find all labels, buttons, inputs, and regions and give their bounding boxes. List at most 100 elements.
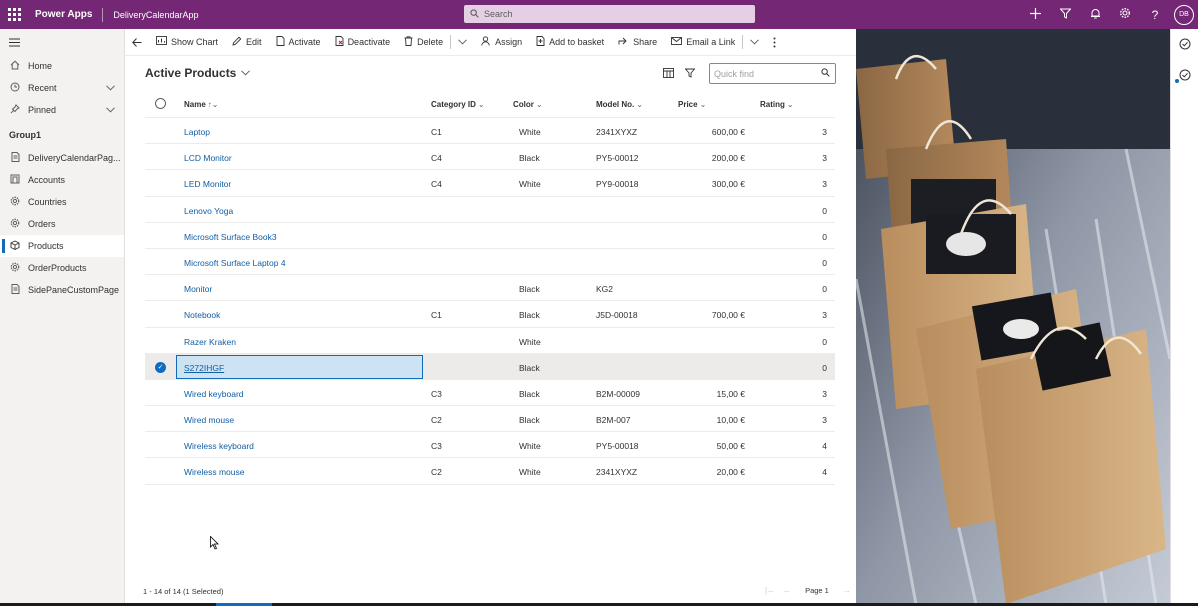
gear-icon: [9, 262, 21, 274]
rating-cell: 0: [822, 231, 827, 242]
sidebar-item-orders[interactable]: Orders: [0, 213, 124, 235]
gear-icon: [9, 218, 21, 230]
column-header-price[interactable]: Price ⌄: [678, 100, 706, 109]
brand-name[interactable]: Power Apps: [35, 9, 92, 20]
show-chart-label: Show Chart: [171, 37, 219, 47]
product-name-link[interactable]: Microsoft Surface Laptop 4: [184, 258, 286, 268]
sidebar-item-orderproducts[interactable]: OrderProducts: [0, 257, 124, 279]
edit-columns-icon[interactable]: [663, 68, 674, 81]
next-page-icon[interactable]: →: [843, 586, 851, 595]
nav-home[interactable]: Home: [0, 55, 124, 77]
view-selector[interactable]: Active Products: [145, 66, 251, 80]
more-commands-icon[interactable]: [766, 29, 783, 56]
table-row[interactable]: Microsoft Surface Book3 0: [145, 223, 835, 249]
filter-icon[interactable]: [684, 68, 696, 81]
color-cell: Black: [519, 284, 540, 295]
table-row[interactable]: LED Monitor C4 White PY9-00018 300,00 € …: [145, 170, 835, 197]
quick-find-input[interactable]: Quick find: [709, 63, 836, 84]
product-name-link[interactable]: Wired mouse: [184, 415, 234, 425]
top-bar: Power Apps DeliveryCalendarApp Search ? …: [0, 0, 1198, 29]
avatar[interactable]: DB: [1174, 4, 1194, 25]
plus-icon[interactable]: [1020, 7, 1050, 22]
sidebar-item-deliverycalendarpage[interactable]: DeliveryCalendarPag...: [0, 147, 124, 169]
table-row[interactable]: Laptop C1 White 2341XYXZ 600,00 € 3: [145, 118, 835, 145]
selected-name-cell[interactable]: S272IHGF: [176, 354, 423, 379]
product-name-link[interactable]: Notebook: [184, 310, 220, 320]
chevron-down-icon[interactable]: [106, 83, 115, 93]
app-name[interactable]: DeliveryCalendarApp: [113, 10, 198, 20]
sidebar-item-products[interactable]: Products: [0, 235, 124, 257]
deactivate-button[interactable]: Deactivate: [328, 29, 398, 56]
check-circle-icon[interactable]: [1177, 38, 1192, 53]
product-name-link[interactable]: Lenovo Yoga: [184, 206, 233, 216]
show-chart-button[interactable]: Show Chart: [149, 29, 225, 56]
more-email-options-button[interactable]: [743, 29, 766, 56]
hamburger-menu-icon[interactable]: [0, 29, 124, 55]
check-circle-icon[interactable]: [1177, 69, 1192, 84]
product-name-link[interactable]: Laptop: [184, 127, 210, 137]
bell-icon[interactable]: [1080, 8, 1110, 22]
product-name-link[interactable]: Razer Kraken: [184, 337, 236, 347]
activate-doc-icon: [276, 35, 285, 49]
column-header-rating[interactable]: Rating ⌄: [760, 100, 794, 109]
table-row[interactable]: Monitor Black KG2 0: [145, 275, 835, 302]
share-button[interactable]: Share: [611, 29, 664, 56]
table-row[interactable]: Microsoft Surface Laptop 4 0: [145, 249, 835, 276]
table-row[interactable]: Notebook C1 Black J5D-00018 700,00 € 3: [145, 301, 835, 328]
search-icon: [470, 8, 479, 20]
sidebar-item-countries[interactable]: Countries: [0, 191, 124, 213]
product-name-link[interactable]: LED Monitor: [184, 179, 231, 189]
chevron-down-icon[interactable]: [106, 105, 115, 115]
table-row[interactable]: Wireless keyboard C3 White PY5-00018 50,…: [145, 432, 835, 459]
sidebar-item-sidepanecustompage[interactable]: SidePaneCustomPage: [0, 279, 124, 301]
activate-button[interactable]: Activate: [269, 29, 328, 56]
table-row[interactable]: Wired mouse C2 Black B2M-007 10,00 € 3: [145, 406, 835, 433]
assign-button[interactable]: Assign: [474, 29, 529, 56]
gear-icon[interactable]: [1110, 7, 1140, 22]
record-count: 1 - 14 of 14 (1 Selected): [143, 587, 224, 596]
nav-pinned[interactable]: Pinned: [0, 99, 124, 121]
first-page-icon[interactable]: |←: [765, 586, 775, 595]
column-header-model[interactable]: Model No. ⌄: [596, 100, 643, 109]
row-selected-checkmark-icon[interactable]: ✓: [155, 361, 166, 373]
add-to-basket-button[interactable]: Add to basket: [529, 29, 611, 56]
model-cell: B2M-007: [596, 415, 631, 426]
delete-button[interactable]: Delete: [397, 29, 450, 56]
product-name-link[interactable]: LCD Monitor: [184, 153, 232, 163]
nav-recent[interactable]: Recent: [0, 77, 124, 99]
page-icon: [9, 152, 21, 164]
table-row[interactable]: Razer Kraken White 0: [145, 328, 835, 354]
previous-page-icon[interactable]: ←: [783, 586, 791, 595]
email-link-button[interactable]: Email a Link: [664, 29, 742, 56]
product-name-link[interactable]: Microsoft Surface Book3: [184, 232, 277, 242]
color-cell: Black: [519, 388, 540, 399]
product-name-link[interactable]: S272IHGF: [184, 363, 224, 373]
column-header-color[interactable]: Color ⌄: [513, 100, 543, 109]
filter-icon[interactable]: [1050, 8, 1080, 22]
product-name-link[interactable]: Monitor: [184, 284, 212, 294]
help-icon[interactable]: ?: [1140, 8, 1170, 22]
price-cell: 20,00 €: [716, 467, 745, 478]
more-delete-options-button[interactable]: [451, 29, 474, 56]
table-row[interactable]: Lenovo Yoga 0: [145, 197, 835, 223]
pencil-icon: [232, 36, 242, 49]
edit-button[interactable]: Edit: [225, 29, 269, 56]
select-all-checkbox[interactable]: [155, 98, 166, 109]
price-cell: 50,00 €: [716, 441, 745, 452]
column-header-name[interactable]: Name ↑⌄: [184, 100, 219, 109]
column-header-category[interactable]: Category ID ⌄: [431, 100, 485, 109]
table-row-selected[interactable]: ✓ S272IHGF Black 0: [145, 353, 835, 380]
search-icon[interactable]: [821, 67, 830, 80]
global-search-input[interactable]: Search: [464, 5, 755, 23]
app-launcher-icon[interactable]: [0, 0, 29, 29]
back-arrow-icon[interactable]: [125, 29, 149, 56]
product-name-link[interactable]: Wireless mouse: [184, 467, 244, 477]
sidebar-item-label: Countries: [28, 197, 67, 207]
sidebar-item-accounts[interactable]: Accounts: [0, 169, 124, 191]
table-row[interactable]: Wireless mouse C2 White 2341XYXZ 20,00 €…: [145, 458, 835, 485]
product-name-link[interactable]: Wired keyboard: [184, 389, 244, 399]
table-row[interactable]: LCD Monitor C4 Black PY5-00012 200,00 € …: [145, 144, 835, 171]
table-row[interactable]: Wired keyboard C3 Black B2M-00009 15,00 …: [145, 380, 835, 407]
product-name-link[interactable]: Wireless keyboard: [184, 441, 254, 451]
nav-home-label: Home: [28, 61, 53, 71]
